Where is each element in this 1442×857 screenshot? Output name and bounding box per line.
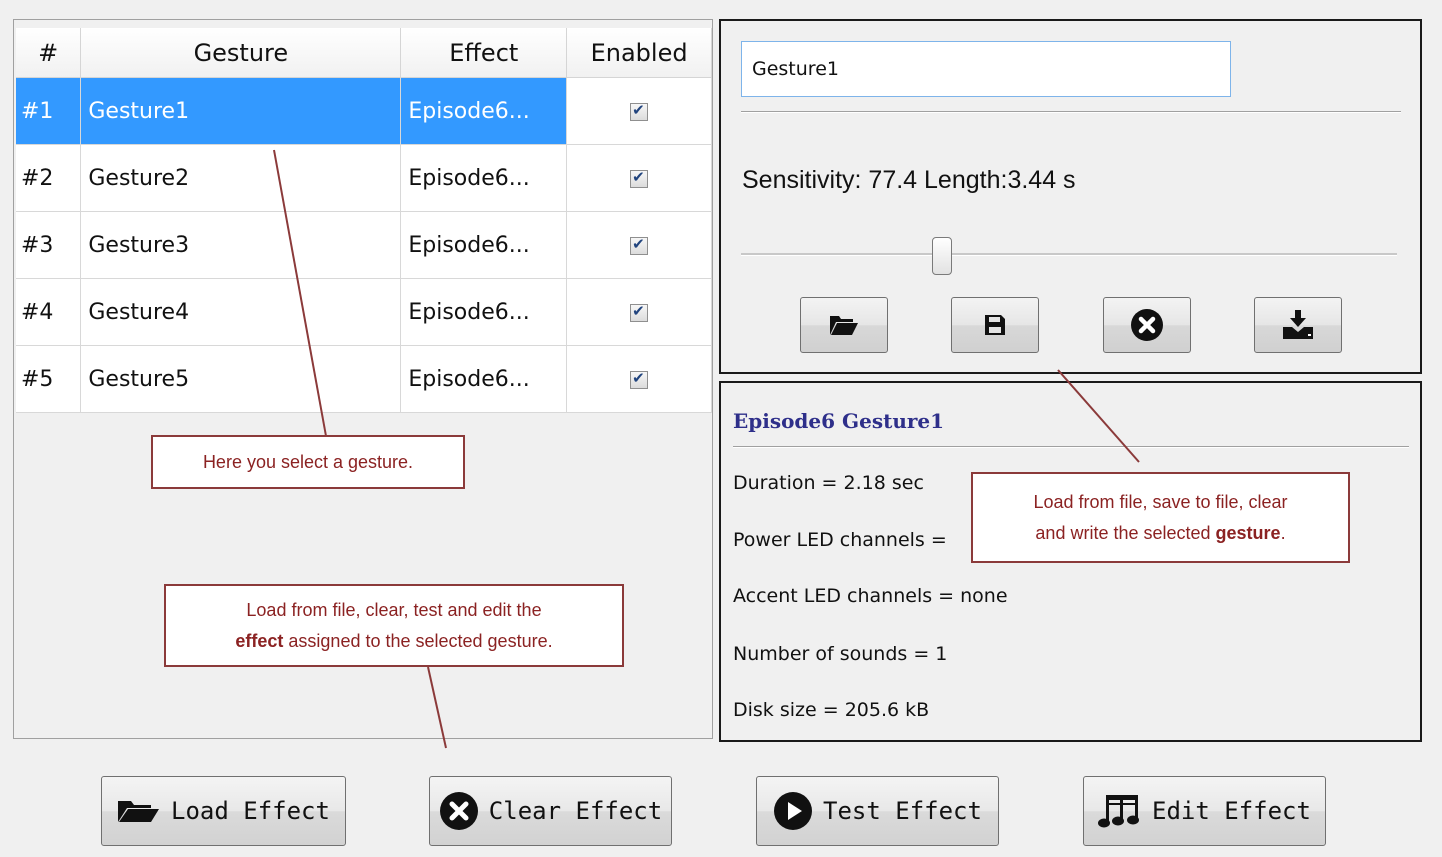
divider (741, 111, 1401, 113)
callout-text-line1: Load from file, save to file, clear (1033, 491, 1288, 512)
row-enabled-cell (566, 345, 712, 413)
gesture-name-input[interactable] (741, 41, 1231, 97)
load-effect-label: Load Effect (171, 797, 330, 825)
table-row-gesture2[interactable]: #2 Gesture2 Episode6... (16, 144, 712, 212)
row-effect-name[interactable]: Episode6... (400, 345, 568, 413)
row-effect-name[interactable]: Episode6... (400, 211, 568, 279)
open-folder-icon (117, 798, 161, 824)
callout-text-line2: and write the selected gesture. (1035, 522, 1286, 543)
select-gesture-callout: Here you select a gesture. (151, 435, 465, 489)
column-header-effect[interactable]: Effect (400, 28, 568, 78)
save-disk-icon (983, 313, 1007, 337)
edit-effect-button[interactable]: Edit Effect (1083, 776, 1326, 846)
row-enabled-cell (566, 77, 712, 145)
edit-effect-label: Edit Effect (1152, 797, 1311, 825)
effect-info-title: Episode6 Gesture1 (733, 409, 945, 433)
clear-gesture-button[interactable] (1103, 297, 1191, 353)
table-header-row: # Gesture Effect Enabled (16, 28, 712, 78)
row-gesture-name[interactable]: Gesture2 (80, 144, 402, 212)
number-of-sounds-text: Number of sounds = 1 (733, 643, 948, 665)
enabled-checkbox[interactable] (630, 101, 649, 121)
load-gesture-button[interactable] (800, 297, 888, 353)
column-header-number[interactable]: # (16, 28, 82, 78)
test-effect-label: Test Effect (823, 797, 982, 825)
enabled-checkbox[interactable] (630, 302, 649, 322)
row-number: #4 (16, 278, 82, 346)
row-gesture-name[interactable]: Gesture1 (80, 77, 402, 145)
enabled-checkbox[interactable] (630, 369, 649, 389)
gesture-buttons-callout: Load from file, save to file, clear and … (971, 472, 1350, 563)
column-header-enabled[interactable]: Enabled (566, 28, 712, 78)
write-gesture-button[interactable] (1254, 297, 1342, 353)
enabled-checkbox[interactable] (630, 168, 649, 188)
music-notes-icon (1098, 793, 1142, 829)
enabled-checkbox[interactable] (630, 235, 649, 255)
row-number: #1 (16, 77, 82, 145)
clear-effect-label: Clear Effect (488, 797, 663, 825)
gesture-table: # Gesture Effect Enabled #1 Gesture1 Epi… (16, 28, 712, 413)
table-row-gesture1[interactable]: #1 Gesture1 Episode6... (16, 77, 712, 145)
table-row-gesture3[interactable]: #3 Gesture3 Episode6... (16, 211, 712, 279)
divider (733, 446, 1409, 448)
write-download-icon (1281, 309, 1315, 341)
save-gesture-button[interactable] (951, 297, 1039, 353)
table-row-gesture4[interactable]: #4 Gesture4 Episode6... (16, 278, 712, 346)
row-enabled-cell (566, 144, 712, 212)
load-effect-button[interactable]: Load Effect (101, 776, 346, 846)
gesture-edit-panel: Sensitivity: 77.4 Length:3.44 s (719, 19, 1422, 374)
sensitivity-length-label: Sensitivity: 77.4 Length:3.44 s (742, 166, 1076, 194)
clear-x-icon (1130, 308, 1164, 342)
callout-text-line1: Load from file, clear, test and edit the (246, 599, 542, 620)
row-gesture-name[interactable]: Gesture3 (80, 211, 402, 279)
callout-bold-word: gesture (1215, 522, 1281, 543)
row-gesture-name[interactable]: Gesture4 (80, 278, 402, 346)
effect-buttons-callout: Load from file, clear, test and edit the… (164, 584, 624, 667)
play-icon (773, 791, 813, 831)
sensitivity-slider-track[interactable] (741, 253, 1397, 256)
clear-x-icon (439, 791, 479, 831)
row-number: #3 (16, 211, 82, 279)
row-enabled-cell (566, 278, 712, 346)
column-header-gesture[interactable]: Gesture (80, 28, 402, 78)
app-window: # Gesture Effect Enabled #1 Gesture1 Epi… (0, 0, 1442, 857)
test-effect-button[interactable]: Test Effect (756, 776, 999, 846)
row-number: #2 (16, 144, 82, 212)
row-effect-name[interactable]: Episode6... (400, 278, 568, 346)
open-folder-icon (829, 313, 859, 337)
table-row-gesture5[interactable]: #5 Gesture5 Episode6... (16, 345, 712, 413)
sensitivity-slider-thumb[interactable] (932, 237, 952, 275)
power-led-channels-text: Power LED channels = (733, 529, 947, 551)
callout-text: Here you select a gesture. (202, 451, 414, 472)
row-effect-name[interactable]: Episode6... (400, 144, 568, 212)
accent-led-channels-text: Accent LED channels = none (733, 585, 1008, 607)
callout-bold-word: effect (235, 630, 284, 651)
row-number: #5 (16, 345, 82, 413)
duration-text: Duration = 2.18 sec (733, 472, 924, 494)
callout-text-line2: effect assigned to the selected gesture. (235, 630, 553, 651)
row-enabled-cell (566, 211, 712, 279)
row-gesture-name[interactable]: Gesture5 (80, 345, 402, 413)
clear-effect-button[interactable]: Clear Effect (429, 776, 672, 846)
disk-size-text: Disk size = 205.6 kB (733, 699, 930, 721)
row-effect-name[interactable]: Episode6... (400, 77, 568, 145)
